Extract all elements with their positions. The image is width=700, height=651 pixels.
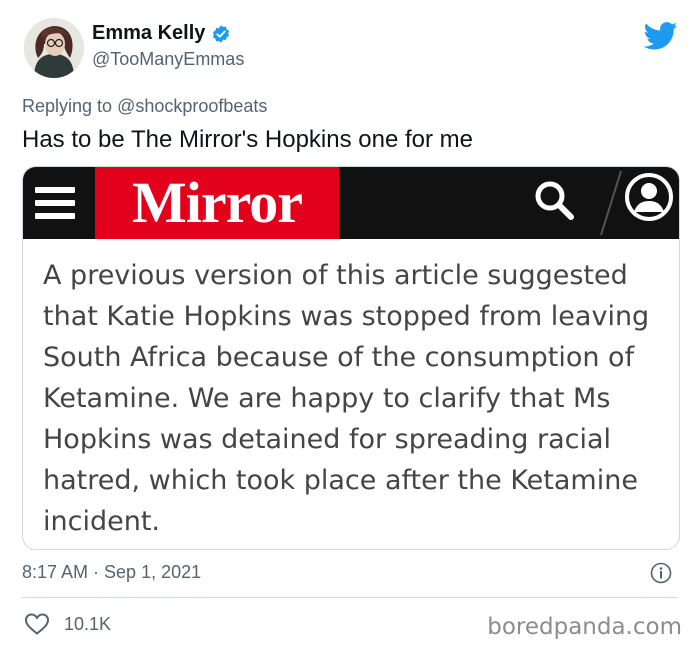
reply-mention-link[interactable]: @shockproofbeats — [117, 96, 267, 116]
embedded-image-card[interactable]: Mirror A previous version of this articl… — [22, 166, 680, 550]
like-button[interactable]: 10.1K — [24, 612, 111, 636]
heart-icon — [24, 613, 50, 635]
search-icon — [535, 181, 574, 220]
display-name[interactable]: Emma Kelly — [92, 22, 205, 45]
tweet: Emma Kelly @TooManyEmmas Replying to @sh… — [0, 0, 700, 651]
article-correction-text: A previous version of this article sugge… — [43, 260, 650, 537]
mirror-logo-text: Mirror — [131, 170, 303, 235]
tweet-text: Has to be The Mirror's Hopkins one for m… — [22, 126, 473, 153]
divider — [22, 597, 678, 598]
verified-badge-icon — [213, 24, 230, 43]
hamburger-menu-icon — [35, 181, 83, 225]
author-block: Emma Kelly @TooManyEmmas — [92, 22, 244, 70]
tweet-timestamp[interactable]: 8:17 AM · Sep 1, 2021 — [22, 562, 201, 583]
mirror-logo: Mirror — [95, 167, 339, 239]
name-row: Emma Kelly — [92, 22, 244, 45]
replying-to: Replying to @shockproofbeats — [22, 96, 267, 117]
avatar[interactable] — [24, 18, 84, 78]
avatar-illustration — [24, 18, 84, 78]
mirror-header-bar: Mirror — [23, 167, 679, 239]
twitter-bird-icon[interactable] — [644, 22, 678, 50]
info-icon[interactable] — [650, 562, 672, 584]
like-count: 10.1K — [64, 613, 112, 634]
divider-slash — [600, 170, 622, 236]
watermark: boredpanda.com — [487, 614, 682, 640]
handle[interactable]: @TooManyEmmas — [92, 49, 244, 70]
user-account-icon — [625, 173, 673, 221]
replying-to-prefix: Replying to — [22, 96, 118, 116]
